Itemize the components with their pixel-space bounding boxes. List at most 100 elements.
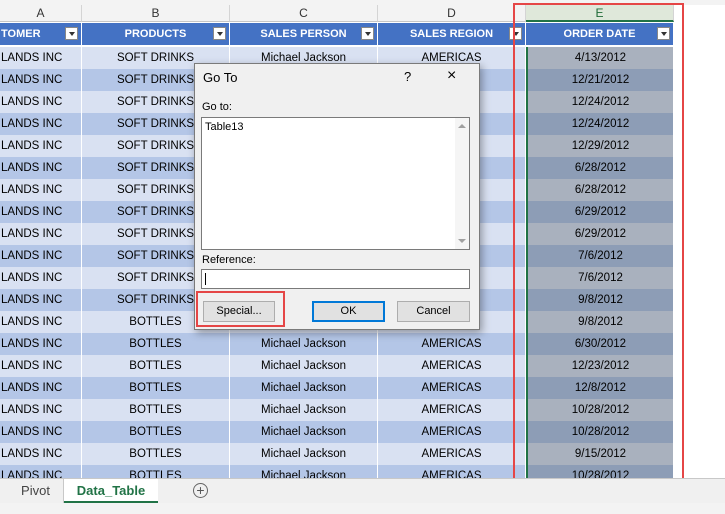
table-cell[interactable]: LANDS INC (0, 377, 82, 399)
table-cell[interactable]: 10/28/2012 (526, 399, 674, 421)
table-header-cell[interactable]: SALES PERSON (230, 23, 378, 45)
goto-label: Go to: (202, 101, 232, 113)
filter-dropdown-icon[interactable] (213, 27, 226, 40)
table-cell[interactable]: 7/6/2012 (526, 245, 674, 267)
scroll-up-icon[interactable] (458, 124, 466, 128)
table-cell[interactable]: LANDS INC (0, 157, 82, 179)
table-cell[interactable]: Michael Jackson (230, 465, 378, 478)
table-cell[interactable]: 6/28/2012 (526, 179, 674, 201)
table-cell[interactable]: 7/6/2012 (526, 267, 674, 289)
table-cell[interactable]: AMERICAS (378, 465, 526, 478)
ok-button[interactable]: OK (312, 301, 385, 322)
table-header-label: TOMER (1, 28, 41, 40)
table-cell[interactable]: BOTTLES (82, 465, 230, 478)
sheet-tab-bar: Pivot Data_Table + (0, 478, 725, 504)
column-letter-c[interactable]: C (230, 5, 378, 22)
close-icon[interactable]: × (447, 67, 456, 85)
filter-dropdown-icon[interactable] (657, 27, 670, 40)
table-cell[interactable]: 12/24/2012 (526, 113, 674, 135)
table-cell[interactable]: Michael Jackson (230, 355, 378, 377)
tab-pivot[interactable]: Pivot (8, 479, 64, 503)
table-cell[interactable]: Michael Jackson (230, 333, 378, 355)
table-cell[interactable]: BOTTLES (82, 355, 230, 377)
table-cell[interactable]: LANDS INC (0, 289, 82, 311)
listbox-scrollbar[interactable] (455, 118, 469, 249)
table-cell[interactable]: 6/29/2012 (526, 223, 674, 245)
reference-label: Reference: (202, 254, 256, 266)
table-cell[interactable]: AMERICAS (378, 333, 526, 355)
table-cell[interactable]: 9/8/2012 (526, 289, 674, 311)
list-item[interactable]: Table13 (205, 121, 244, 133)
table-cell[interactable]: BOTTLES (82, 333, 230, 355)
table-cell[interactable]: 9/8/2012 (526, 311, 674, 333)
table-cell[interactable]: AMERICAS (378, 421, 526, 443)
table-cell[interactable]: AMERICAS (378, 377, 526, 399)
table-header-cell[interactable]: ORDER DATE (526, 23, 674, 45)
table-cell[interactable]: 10/28/2012 (526, 465, 674, 478)
table-cell[interactable]: LANDS INC (0, 333, 82, 355)
table-cell[interactable]: 9/15/2012 (526, 443, 674, 465)
goto-listbox[interactable]: Table13 (201, 117, 470, 250)
table-cell[interactable]: BOTTLES (82, 421, 230, 443)
column-letter-b[interactable]: B (82, 5, 230, 22)
tab-data-table[interactable]: Data_Table (64, 479, 158, 503)
table-cell[interactable]: LANDS INC (0, 69, 82, 91)
table-cell[interactable]: 6/29/2012 (526, 201, 674, 223)
special-button[interactable]: Special... (203, 301, 275, 322)
table-cell[interactable]: 12/23/2012 (526, 355, 674, 377)
table-cell[interactable]: LANDS INC (0, 311, 82, 333)
table-header-label: SALES REGION (409, 28, 494, 40)
table-cell[interactable]: 6/28/2012 (526, 157, 674, 179)
table-cell[interactable]: Michael Jackson (230, 399, 378, 421)
filter-dropdown-icon[interactable] (65, 27, 78, 40)
cancel-button[interactable]: Cancel (397, 301, 470, 322)
scroll-down-icon[interactable] (458, 239, 466, 243)
table-cell[interactable]: AMERICAS (378, 399, 526, 421)
column-letter-e[interactable]: E (526, 5, 674, 22)
table-cell[interactable]: LANDS INC (0, 399, 82, 421)
column-letter-a[interactable]: A (0, 5, 82, 22)
status-bar (0, 503, 725, 514)
column-letter-d[interactable]: D (378, 5, 526, 22)
reference-input[interactable] (201, 269, 470, 289)
table-cell[interactable]: 12/29/2012 (526, 135, 674, 157)
table-header-cell[interactable]: TOMER (0, 23, 82, 45)
table-cell[interactable]: LANDS INC (0, 443, 82, 465)
table-cell[interactable]: LANDS INC (0, 47, 82, 69)
table-header-label: PRODUCTS (124, 28, 187, 40)
dialog-title: Go To (203, 70, 238, 85)
table-cell[interactable]: Michael Jackson (230, 421, 378, 443)
text-caret (205, 273, 206, 285)
table-cell[interactable]: LANDS INC (0, 91, 82, 113)
filter-dropdown-icon[interactable] (361, 27, 374, 40)
table-cell[interactable]: AMERICAS (378, 443, 526, 465)
table-cell[interactable]: 12/8/2012 (526, 377, 674, 399)
table-cell[interactable]: LANDS INC (0, 201, 82, 223)
table-cell[interactable]: LANDS INC (0, 179, 82, 201)
table-cell[interactable]: BOTTLES (82, 399, 230, 421)
table-cell[interactable]: LANDS INC (0, 267, 82, 289)
table-header-cell[interactable]: SALES REGION (378, 23, 526, 45)
goto-dialog[interactable]: Go To ? × Go to: Table13 Reference: Spec… (194, 63, 480, 330)
table-cell[interactable]: BOTTLES (82, 443, 230, 465)
table-cell[interactable]: 4/13/2012 (526, 47, 674, 69)
table-cell[interactable]: 12/24/2012 (526, 91, 674, 113)
table-cell[interactable]: 6/30/2012 (526, 333, 674, 355)
table-cell[interactable]: LANDS INC (0, 245, 82, 267)
table-cell[interactable]: LANDS INC (0, 421, 82, 443)
table-cell[interactable]: LANDS INC (0, 223, 82, 245)
help-icon[interactable]: ? (404, 69, 411, 84)
table-cell[interactable]: 10/28/2012 (526, 421, 674, 443)
table-cell[interactable]: Michael Jackson (230, 377, 378, 399)
table-cell[interactable]: BOTTLES (82, 377, 230, 399)
table-cell[interactable]: AMERICAS (378, 355, 526, 377)
table-cell[interactable]: LANDS INC (0, 355, 82, 377)
table-cell[interactable]: Michael Jackson (230, 443, 378, 465)
table-cell[interactable]: LANDS INC (0, 113, 82, 135)
filter-dropdown-icon[interactable] (509, 27, 522, 40)
add-sheet-icon[interactable]: + (193, 483, 208, 498)
table-cell[interactable]: 12/21/2012 (526, 69, 674, 91)
table-header-cell[interactable]: PRODUCTS (82, 23, 230, 45)
table-cell[interactable]: LANDS INC (0, 465, 82, 478)
table-cell[interactable]: LANDS INC (0, 135, 82, 157)
